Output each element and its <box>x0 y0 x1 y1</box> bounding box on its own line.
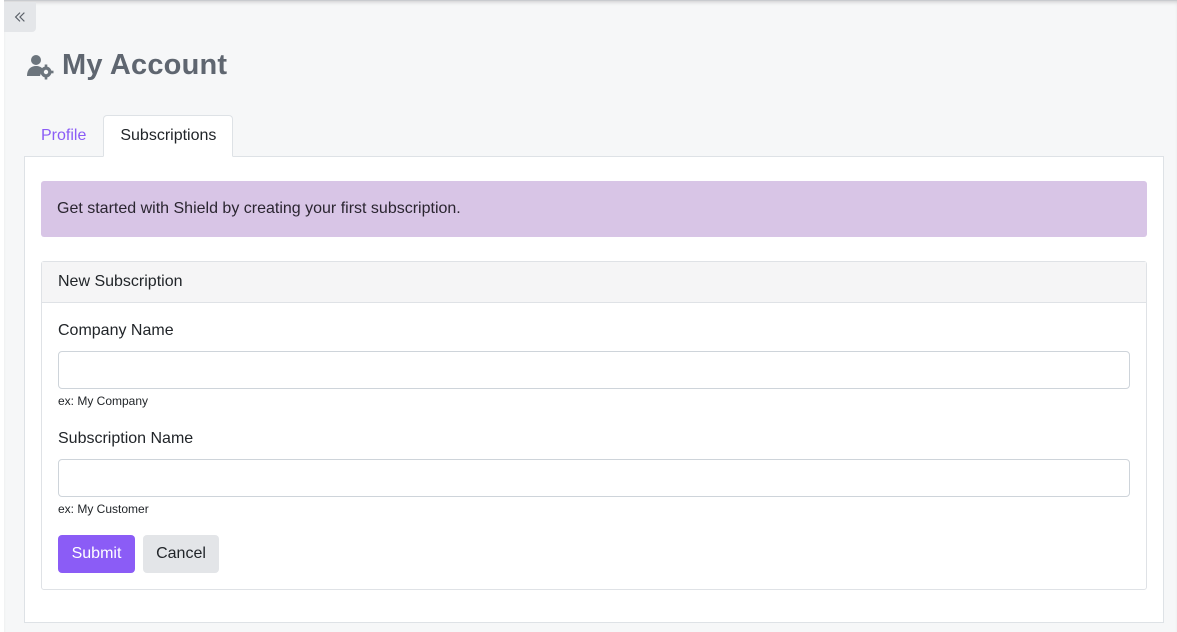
tab-subscriptions[interactable]: Subscriptions <box>103 115 234 157</box>
company-name-input[interactable] <box>58 351 1130 389</box>
account-page: My Account Profile Subscriptions Get sta… <box>4 0 1177 632</box>
cancel-button[interactable]: Cancel <box>143 535 219 573</box>
info-alert: Get started with Shield by creating your… <box>41 181 1147 237</box>
tab-profile[interactable]: Profile <box>24 115 103 157</box>
company-name-label: Company Name <box>58 322 174 339</box>
subscription-name-label: Subscription Name <box>58 430 194 447</box>
card-header: New Subscription <box>42 262 1146 303</box>
sidebar-collapse-button[interactable] <box>4 2 36 32</box>
new-subscription-card: New Subscription Company Name ex: My Com… <box>41 261 1147 590</box>
submit-button[interactable]: Submit <box>58 535 135 573</box>
user-gear-icon <box>27 54 54 79</box>
account-tabs: Profile Subscriptions <box>24 115 234 157</box>
page-header: My Account <box>26 49 227 82</box>
company-name-hint: ex: My Company <box>58 394 149 408</box>
subscription-name-hint: ex: My Customer <box>58 502 149 516</box>
double-chevron-left-icon <box>14 12 25 22</box>
subscriptions-panel: Get started with Shield by creating your… <box>24 156 1164 623</box>
page-title: My Account <box>62 49 228 81</box>
subscription-name-input[interactable] <box>58 459 1130 497</box>
